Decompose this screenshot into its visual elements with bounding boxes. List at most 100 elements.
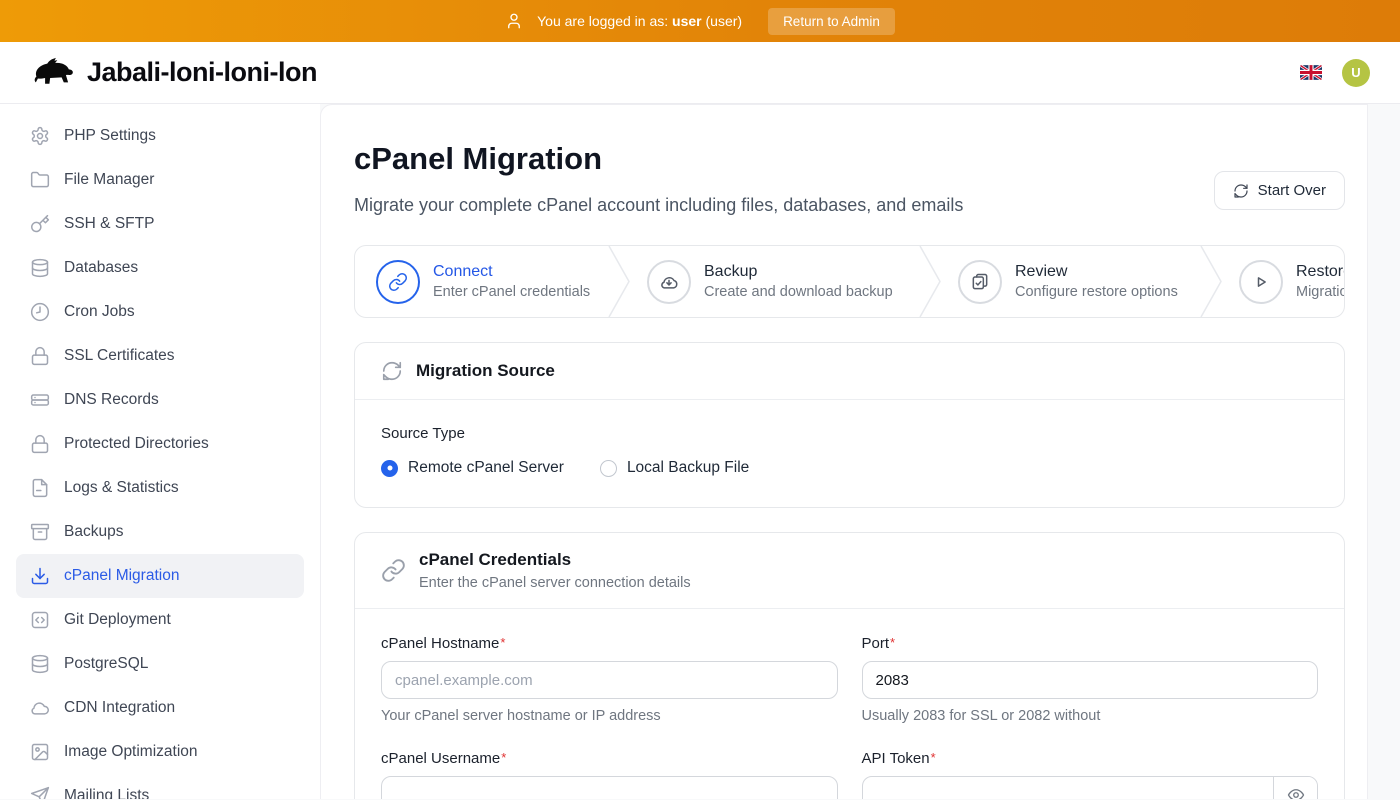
sidebar-item-databases[interactable]: Databases	[16, 246, 304, 290]
step-restore[interactable]: Restore Migration progress	[1222, 246, 1345, 317]
required-asterisk: *	[500, 635, 505, 650]
step-subtitle: Migration progress	[1296, 284, 1345, 300]
brand[interactable]: Jabali-loni-loni-lon	[30, 56, 317, 90]
database-icon	[30, 654, 50, 674]
required-asterisk: *	[501, 750, 506, 765]
return-to-admin-button[interactable]: Return to Admin	[768, 8, 895, 35]
sidebar: PHP Settings File Manager SSH & SFTP Dat…	[0, 104, 320, 799]
page-subtitle: Migrate your complete cPanel account inc…	[354, 191, 963, 219]
clipboard-check-icon	[970, 272, 990, 292]
sidebar-item-ssl-certificates[interactable]: SSL Certificates	[16, 334, 304, 378]
step-separator	[608, 246, 630, 317]
folder-icon	[30, 170, 50, 190]
sidebar-item-backups[interactable]: Backups	[16, 510, 304, 554]
user-avatar[interactable]: U	[1342, 59, 1370, 87]
sidebar-item-label: CDN Integration	[64, 699, 175, 717]
sidebar-item-label: PostgreSQL	[64, 655, 148, 673]
step-separator	[919, 246, 941, 317]
database-icon	[30, 258, 50, 278]
hostname-input[interactable]	[381, 661, 838, 699]
radio-remote-cpanel-server[interactable]: Remote cPanel Server	[381, 459, 564, 477]
cloud-icon	[30, 698, 50, 718]
sidebar-item-cron-jobs[interactable]: Cron Jobs	[16, 290, 304, 334]
migration-source-card: Migration Source Source Type Remote cPan…	[354, 342, 1345, 508]
link-icon	[388, 272, 408, 292]
logged-in-text: You are logged in as: user (user)	[537, 13, 742, 29]
hostname-label: cPanel Hostname	[381, 635, 499, 652]
credentials-title: cPanel Credentials	[419, 550, 691, 570]
sidebar-item-file-manager[interactable]: File Manager	[16, 158, 304, 202]
sidebar-item-git-deployment[interactable]: Git Deployment	[16, 598, 304, 642]
sidebar-item-postgresql[interactable]: PostgreSQL	[16, 642, 304, 686]
refresh-icon	[1233, 183, 1249, 199]
refresh-icon	[381, 360, 403, 382]
radio-unselected-icon[interactable]	[600, 460, 617, 477]
key-icon	[30, 214, 50, 234]
app-header: Jabali-loni-loni-lon U	[0, 42, 1400, 104]
username-input[interactable]	[381, 776, 838, 799]
brand-name: Jabali-loni-loni-lon	[87, 57, 317, 88]
sidebar-item-mailing-lists[interactable]: Mailing Lists	[16, 774, 304, 799]
code-icon	[30, 610, 50, 630]
start-over-button[interactable]: Start Over	[1214, 171, 1345, 210]
port-helper: Usually 2083 for SSL or 2082 without	[862, 708, 1319, 724]
required-asterisk: *	[931, 750, 936, 765]
step-backup-circle	[647, 260, 691, 304]
start-over-label: Start Over	[1258, 182, 1326, 199]
credentials-subtitle: Enter the cPanel server connection detai…	[419, 575, 691, 591]
uk-flag-icon[interactable]	[1300, 65, 1322, 80]
logged-in-role: (user)	[706, 13, 743, 29]
step-title: Connect	[433, 263, 590, 281]
migration-source-title: Migration Source	[416, 361, 555, 381]
image-icon	[30, 742, 50, 762]
logged-in-username: user	[672, 13, 702, 29]
sidebar-item-label: Image Optimization	[64, 743, 198, 761]
toggle-token-visibility-button[interactable]	[1273, 777, 1317, 799]
impersonation-banner: You are logged in as: user (user) Return…	[0, 0, 1400, 42]
play-icon	[1251, 272, 1271, 292]
step-backup[interactable]: Backup Create and download backup	[630, 246, 919, 317]
username-label: cPanel Username	[381, 750, 500, 767]
send-icon	[30, 786, 50, 799]
field-api-token: API Token*	[862, 750, 1319, 799]
step-restore-circle	[1239, 260, 1283, 304]
step-title: Backup	[704, 263, 893, 281]
migration-stepper: Connect Enter cPanel credentials Backup …	[354, 245, 1345, 318]
gear-icon	[30, 126, 50, 146]
file-text-icon	[30, 478, 50, 498]
source-type-label: Source Type	[381, 425, 1318, 442]
user-icon	[505, 12, 523, 30]
download-icon	[30, 566, 50, 586]
sidebar-item-logs-statistics[interactable]: Logs & Statistics	[16, 466, 304, 510]
step-review[interactable]: Review Configure restore options	[941, 246, 1200, 317]
sidebar-item-cpanel-migration[interactable]: cPanel Migration	[16, 554, 304, 598]
sidebar-item-label: SSL Certificates	[64, 347, 175, 365]
port-label: Port	[862, 635, 890, 652]
radio-selected-icon[interactable]	[381, 460, 398, 477]
api-token-label: API Token	[862, 750, 930, 767]
sidebar-item-label: PHP Settings	[64, 127, 156, 145]
sidebar-item-label: Databases	[64, 259, 138, 277]
sidebar-item-ssh-sftp[interactable]: SSH & SFTP	[16, 202, 304, 246]
page-title: cPanel Migration	[354, 141, 963, 177]
radio-label: Remote cPanel Server	[408, 459, 564, 477]
sidebar-item-protected-directories[interactable]: Protected Directories	[16, 422, 304, 466]
sidebar-item-label: File Manager	[64, 171, 154, 189]
step-subtitle: Create and download backup	[704, 284, 893, 300]
sidebar-item-php-settings[interactable]: PHP Settings	[16, 114, 304, 158]
port-input[interactable]	[862, 661, 1319, 699]
step-connect[interactable]: Connect Enter cPanel credentials	[355, 246, 608, 317]
api-token-input[interactable]	[862, 776, 1319, 799]
step-title: Restore	[1296, 263, 1345, 281]
required-asterisk: *	[890, 635, 895, 650]
sidebar-item-cdn-integration[interactable]: CDN Integration	[16, 686, 304, 730]
sidebar-item-dns-records[interactable]: DNS Records	[16, 378, 304, 422]
cloud-download-icon	[659, 272, 679, 292]
radio-label: Local Backup File	[627, 459, 749, 477]
field-cpanel-hostname: cPanel Hostname* Your cPanel server host…	[381, 635, 838, 724]
sidebar-item-label: DNS Records	[64, 391, 159, 409]
radio-local-backup-file[interactable]: Local Backup File	[600, 459, 749, 477]
sidebar-item-image-optimization[interactable]: Image Optimization	[16, 730, 304, 774]
step-subtitle: Enter cPanel credentials	[433, 284, 590, 300]
field-port: Port* Usually 2083 for SSL or 2082 witho…	[862, 635, 1319, 724]
